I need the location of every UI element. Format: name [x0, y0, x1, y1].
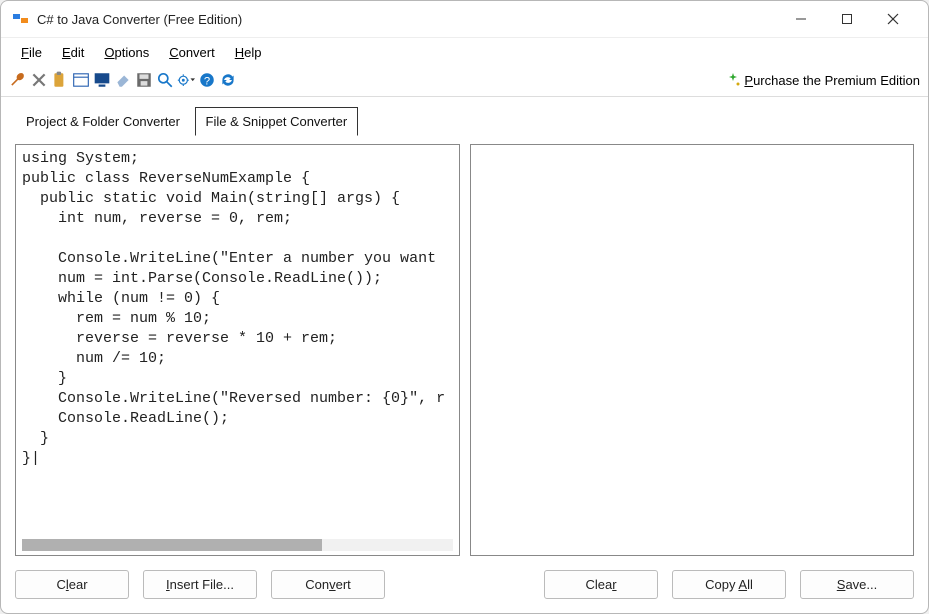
tab-file-snippet[interactable]: File & Snippet Converter [195, 107, 359, 136]
app-icon [13, 11, 29, 27]
gear-dropdown-icon[interactable] [177, 71, 195, 89]
help-icon[interactable]: ? [198, 71, 216, 89]
menu-file[interactable]: File [13, 43, 50, 62]
save-button[interactable]: Save... [800, 570, 914, 599]
window-title: C# to Java Converter (Free Edition) [37, 12, 242, 27]
app-window: C# to Java Converter (Free Edition) File… [0, 0, 929, 614]
purchase-premium-link[interactable]: Purchase the Premium Edition [726, 73, 920, 88]
clear-source-button[interactable]: Clear [15, 570, 129, 599]
save-icon[interactable] [135, 71, 153, 89]
search-icon[interactable] [156, 71, 174, 89]
premium-label: Purchase the Premium Edition [744, 73, 920, 88]
menu-edit[interactable]: Edit [54, 43, 92, 62]
converter-panes: using System; public class ReverseNumExa… [1, 136, 928, 566]
tab-bar: Project & Folder Converter File & Snippe… [1, 97, 928, 136]
minimize-button[interactable] [778, 3, 824, 35]
menu-bar: File Edit Options Convert Help [1, 38, 928, 66]
eraser-icon[interactable] [114, 71, 132, 89]
refresh-icon[interactable] [219, 71, 237, 89]
output-code-text[interactable] [471, 145, 914, 555]
clear-output-button[interactable]: Clear [544, 570, 658, 599]
action-buttons: Clear Insert File... Convert Clear Copy … [1, 566, 928, 613]
scrollbar-thumb[interactable] [22, 539, 322, 551]
delete-icon[interactable] [30, 71, 48, 89]
window-controls [778, 3, 916, 35]
source-code-text[interactable]: using System; public class ReverseNumExa… [16, 145, 459, 555]
source-horizontal-scrollbar[interactable] [22, 539, 453, 551]
monitor-icon[interactable] [93, 71, 111, 89]
title-bar: C# to Java Converter (Free Edition) [1, 1, 928, 38]
menu-options[interactable]: Options [96, 43, 157, 62]
window-icon[interactable] [72, 71, 90, 89]
menu-help[interactable]: Help [227, 43, 270, 62]
insert-file-button[interactable]: Insert File... [143, 570, 257, 599]
maximize-button[interactable] [824, 3, 870, 35]
menu-convert[interactable]: Convert [161, 43, 223, 62]
svg-text:?: ? [204, 76, 210, 88]
tab-project-folder[interactable]: Project & Folder Converter [15, 107, 191, 135]
paste-icon[interactable] [51, 71, 69, 89]
close-button[interactable] [870, 3, 916, 35]
output-code-pane[interactable] [470, 144, 915, 556]
copy-all-button[interactable]: Copy All [672, 570, 786, 599]
source-code-pane[interactable]: using System; public class ReverseNumExa… [15, 144, 460, 556]
sparkle-icon [726, 73, 740, 87]
wrench-icon[interactable] [9, 71, 27, 89]
convert-button[interactable]: Convert [271, 570, 385, 599]
toolbar: ? Purchase the Premium Edition [1, 66, 928, 94]
